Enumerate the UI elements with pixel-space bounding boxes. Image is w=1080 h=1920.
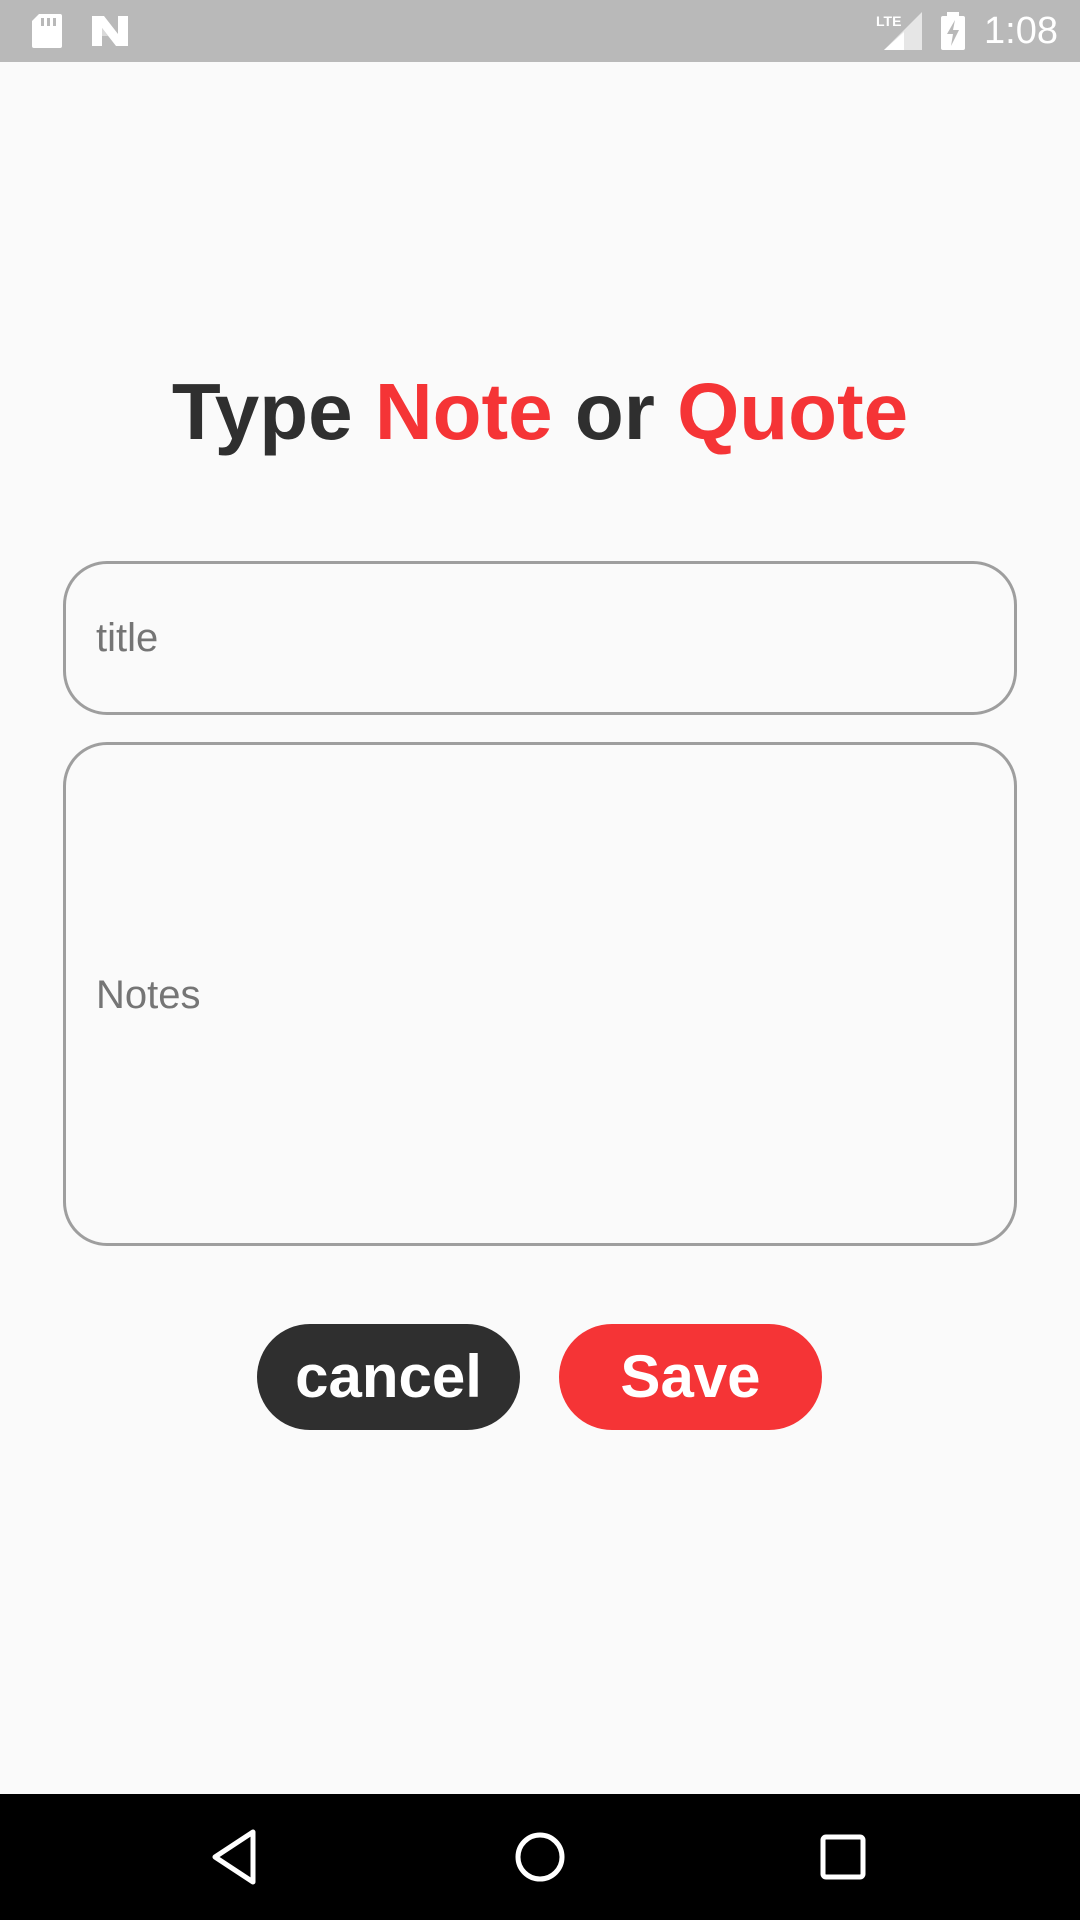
sd-card-icon bbox=[32, 14, 62, 48]
battery-charging-icon bbox=[941, 12, 965, 50]
page-title: Type Note or Quote bbox=[0, 366, 1080, 458]
status-bar: LTE 1:08 bbox=[0, 0, 1080, 62]
cancel-button[interactable]: cancel bbox=[257, 1324, 520, 1430]
title-text-quote: Quote bbox=[677, 367, 909, 456]
title-text-type: Type bbox=[171, 367, 375, 456]
lte-signal-icon: LTE bbox=[876, 12, 922, 50]
svg-text:LTE: LTE bbox=[876, 13, 901, 29]
title-placeholder: title bbox=[96, 616, 159, 660]
title-text-note: Note bbox=[374, 367, 553, 456]
recents-icon[interactable] bbox=[810, 1824, 876, 1890]
notes-input[interactable]: Notes bbox=[63, 742, 1017, 1246]
save-button[interactable]: Save bbox=[559, 1324, 822, 1430]
n-logo-icon bbox=[92, 16, 128, 46]
status-time: 1:08 bbox=[984, 10, 1058, 52]
back-icon[interactable] bbox=[203, 1824, 269, 1890]
notes-placeholder: Notes bbox=[96, 973, 201, 1017]
home-icon[interactable] bbox=[507, 1824, 573, 1890]
title-text-or: or bbox=[552, 367, 678, 456]
navigation-bar bbox=[0, 1794, 1080, 1920]
title-input[interactable]: title bbox=[63, 561, 1017, 715]
